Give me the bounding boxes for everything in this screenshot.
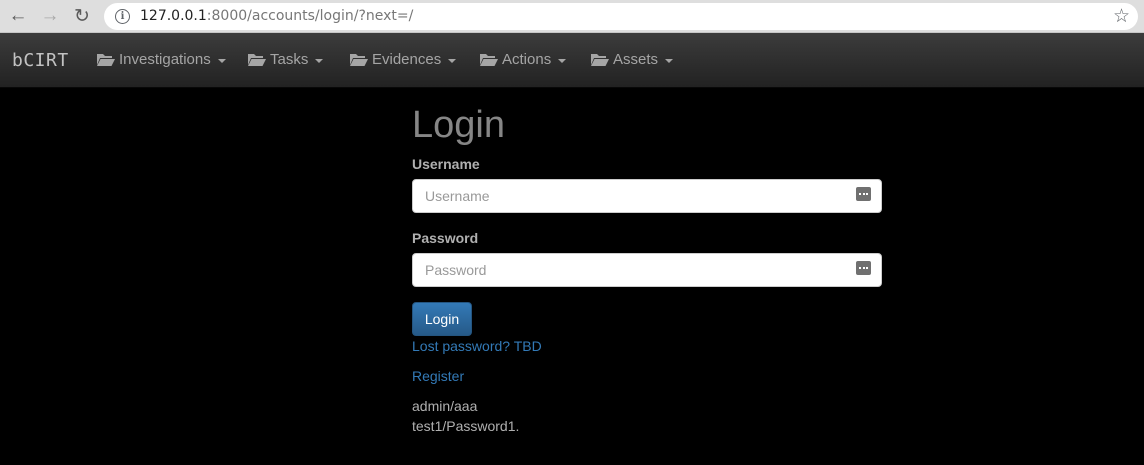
password-placeholder: Password — [425, 262, 487, 278]
menu-label: Actions — [502, 51, 552, 68]
folder-open-icon — [350, 54, 368, 66]
caret-down-icon — [665, 58, 674, 63]
username-input[interactable]: Username — [412, 179, 882, 213]
caret-down-icon — [558, 58, 567, 63]
folder-open-icon — [591, 54, 609, 66]
browser-toolbar: ← → ↻ i 127.0.0.1:8000/accounts/login/?n… — [0, 0, 1144, 33]
folder-open-icon — [248, 54, 266, 66]
menu-label: Evidences — [372, 51, 442, 68]
lost-password-link[interactable]: Lost password? TBD — [412, 338, 542, 354]
folder-open-icon — [480, 54, 498, 66]
menu-evidences[interactable]: Evidences — [350, 51, 457, 68]
username-label: Username — [412, 156, 480, 172]
caret-down-icon — [217, 58, 226, 63]
caret-down-icon — [448, 58, 457, 63]
folder-open-icon — [97, 54, 115, 66]
login-button[interactable]: Login — [412, 302, 472, 336]
menu-tasks[interactable]: Tasks — [248, 51, 324, 68]
password-manager-icon[interactable] — [856, 261, 871, 275]
credentials-note: admin/aaa — [412, 398, 478, 414]
top-navbar: bCIRT Investigations Tasks Evidences Act… — [0, 33, 1144, 88]
forward-arrow-icon[interactable]: → — [38, 5, 62, 27]
username-placeholder: Username — [425, 188, 490, 204]
password-input[interactable]: Password — [412, 253, 882, 287]
password-label: Password — [412, 230, 479, 246]
back-arrow-icon[interactable]: ← — [6, 5, 30, 27]
credentials-note: test1/Password1. — [412, 418, 520, 434]
menu-label: Tasks — [270, 51, 309, 68]
menu-assets[interactable]: Assets — [591, 51, 674, 68]
page-title: Login — [412, 104, 505, 146]
menu-actions[interactable]: Actions — [480, 51, 567, 68]
url-host: 127.0.0.1 — [140, 8, 207, 24]
reload-icon[interactable]: ↻ — [70, 5, 94, 27]
url-text[interactable]: 127.0.0.1:8000/accounts/login/?next=/ — [140, 8, 413, 24]
brand-logo[interactable]: bCIRT — [12, 50, 69, 71]
url-path: :8000/accounts/login/?next=/ — [206, 8, 414, 24]
bookmark-star-icon[interactable]: ☆ — [1113, 5, 1130, 28]
info-icon[interactable]: i — [115, 9, 130, 24]
caret-down-icon — [315, 58, 324, 63]
register-link[interactable]: Register — [412, 368, 464, 384]
address-bar[interactable]: i 127.0.0.1:8000/accounts/login/?next=/ … — [104, 3, 1138, 30]
password-manager-icon[interactable] — [856, 187, 871, 201]
menu-label: Assets — [613, 51, 659, 68]
menu-label: Investigations — [119, 51, 211, 68]
menu-investigations[interactable]: Investigations — [97, 51, 226, 68]
